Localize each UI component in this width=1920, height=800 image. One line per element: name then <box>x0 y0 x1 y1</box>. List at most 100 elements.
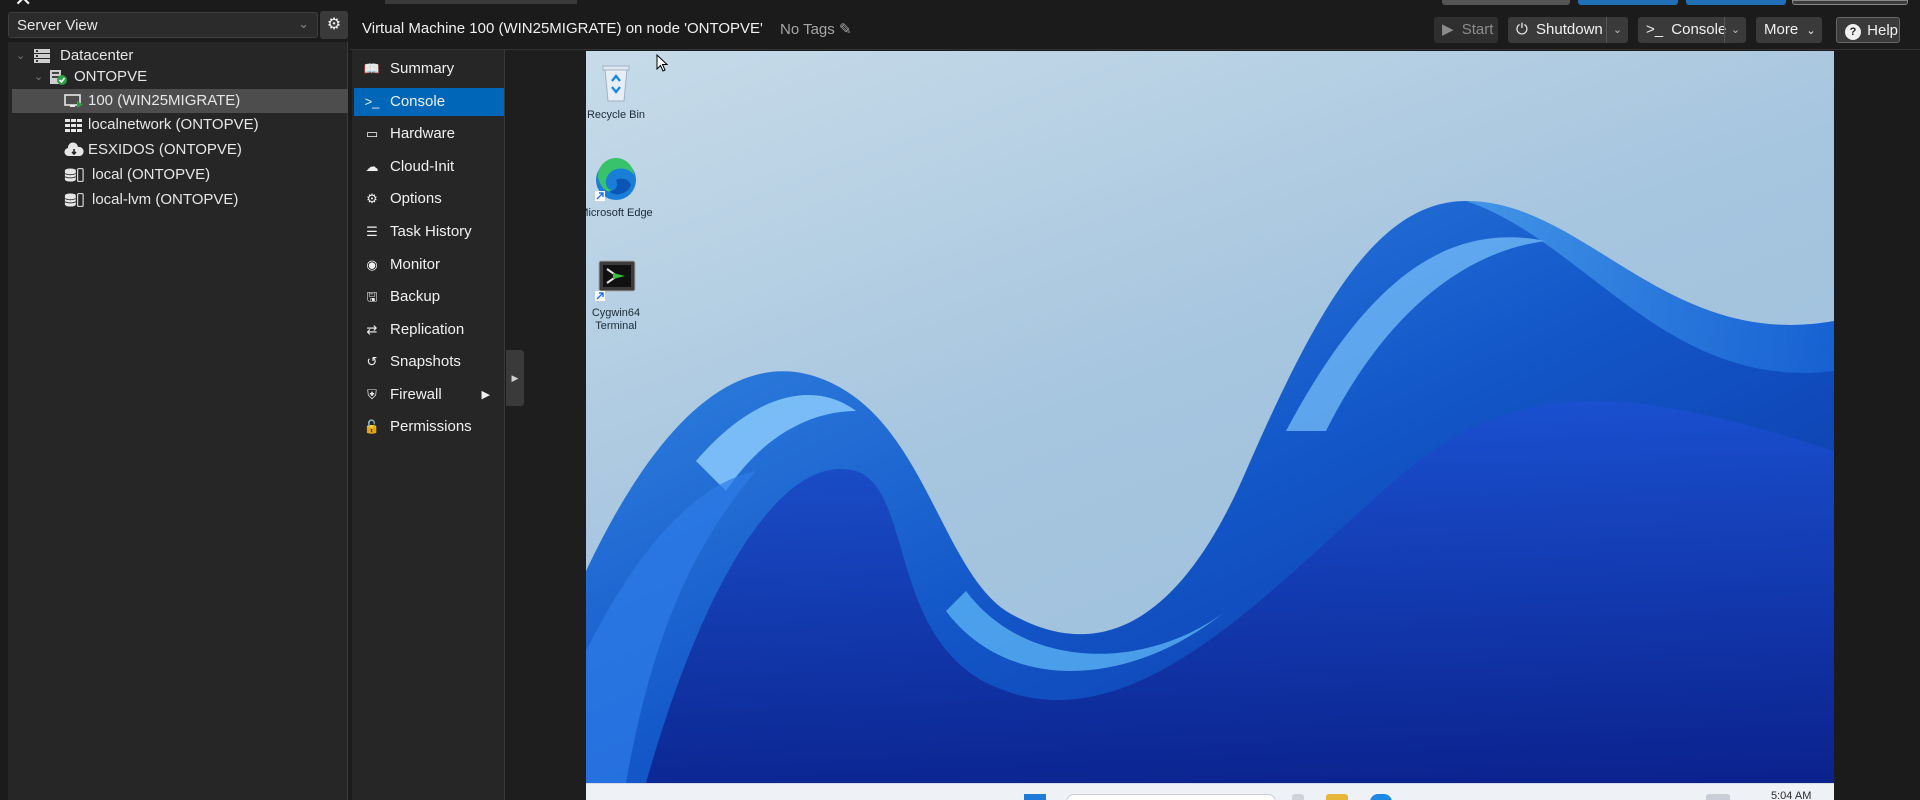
vm-tags[interactable]: No Tags ✎ <box>780 20 852 38</box>
tree-header: Server View ⌄ ⚙ <box>8 10 348 42</box>
tree-item-local-lvm-storage[interactable]: local-lvm (ONTOPVE) <box>12 188 348 212</box>
nav-item-label: Permissions <box>390 418 472 435</box>
terminal-icon: >_ <box>1646 21 1664 38</box>
gear-icon: ⚙ <box>366 191 378 206</box>
desktop-icon-label: Cygwin64 Terminal <box>591 307 641 332</box>
monitor-icon: ▭ <box>365 126 379 141</box>
windows-start-icon[interactable] <box>1024 794 1046 800</box>
nav-item-monitor[interactable]: ◉ Monitor <box>354 251 504 279</box>
server-view-select-label: Server View <box>17 17 98 34</box>
tree-item-label: ONTOPVE <box>74 68 148 85</box>
nav-item-backup[interactable]: 🖫 Backup <box>354 283 504 311</box>
floppy-icon: 🖫 <box>366 289 378 304</box>
nav-item-label: Firewall <box>390 386 442 403</box>
top-create-button-partial[interactable] <box>1442 0 1570 5</box>
tree-item-node-ontopve[interactable]: ⌄ ONTOPVE <box>12 65 348 89</box>
mouse-cursor-icon <box>656 54 668 72</box>
nav-item-options[interactable]: ⚙ Options <box>354 185 504 213</box>
tray-icons[interactable] <box>1706 794 1730 800</box>
tree-item-local-storage[interactable]: local (ONTOPVE) <box>12 163 348 187</box>
nav-item-firewall[interactable]: ⛨ Firewall ▶ <box>354 381 504 409</box>
tree-item-label: local-lvm (ONTOPVE) <box>92 191 239 208</box>
nav-item-label: Snapshots <box>390 353 461 370</box>
chevron-right-icon: ▶ <box>481 389 490 401</box>
tree-settings-gear-icon[interactable]: ⚙ <box>320 11 348 39</box>
nav-item-replication[interactable]: ⇄ Replication <box>354 316 504 344</box>
retweet-icon: ⇄ <box>366 322 378 337</box>
desktop-icon-recycle-bin[interactable]: Recycle Bin <box>586 59 654 122</box>
chevron-down-icon: ⌄ <box>1806 25 1816 37</box>
nav-item-permissions[interactable]: 🔓 Permissions <box>354 413 504 441</box>
desktop-icon-label: Microsoft Edge <box>586 207 653 219</box>
taskbar-search-box[interactable] <box>1066 794 1276 800</box>
tree-item-vm-100[interactable]: 100 (WIN25MIGRATE) <box>12 89 348 113</box>
desktop-icon-label: Recycle Bin <box>586 109 646 121</box>
storage-icon <box>64 168 84 182</box>
file-explorer-icon[interactable] <box>1326 794 1348 800</box>
history-icon: ↺ <box>366 354 378 369</box>
edge-icon <box>595 157 636 201</box>
more-button[interactable]: More ⌄ <box>1756 17 1822 43</box>
nav-item-hardware[interactable]: ▭ Hardware <box>354 120 504 148</box>
network-grid-icon <box>65 119 82 132</box>
shutdown-button[interactable]: ⏻ Shutdown ⌄ <box>1508 17 1628 43</box>
more-button-label: More <box>1764 21 1799 38</box>
nav-item-snapshots[interactable]: ↺ Snapshots <box>354 348 504 376</box>
tags-label: No Tags <box>780 21 835 38</box>
top-create-vm-button-partial[interactable] <box>1578 0 1678 5</box>
tree-item-esxidos[interactable]: ESXIDOS (ONTOPVE) <box>12 138 348 162</box>
console-button[interactable]: >_ Console ⌄ <box>1638 17 1746 43</box>
top-create-ct-button-partial[interactable] <box>1686 0 1786 5</box>
top-tab-strip[interactable] <box>385 0 577 4</box>
vm-console-screen[interactable]: Recycle Bin Microsoft Edge Cygwin64 Term… <box>586 51 1834 783</box>
nav-item-task-history[interactable]: ☰ Task History <box>354 218 504 246</box>
top-toolbar: ✕ <box>0 0 1920 10</box>
help-button[interactable]: ? Help <box>1836 17 1900 43</box>
shutdown-button-label: Shutdown <box>1536 21 1603 38</box>
nav-item-label: Replication <box>390 321 465 338</box>
chevron-down-icon[interactable]: ⌄ <box>1724 17 1746 43</box>
terminal-icon: >_ <box>364 94 380 109</box>
top-user-button-partial[interactable] <box>1792 0 1908 5</box>
console-left-margin <box>506 50 586 800</box>
windows-taskbar: 5:04 AM <box>586 783 1834 800</box>
proxmox-logo-icon: ✕ <box>14 0 42 10</box>
chevron-down-icon[interactable]: ⌄ <box>34 65 43 89</box>
tree-item-localnetwork[interactable]: localnetwork (ONTOPVE) <box>12 113 348 137</box>
nav-item-label: Summary <box>390 60 455 77</box>
shield-icon: ⛨ <box>367 387 377 402</box>
list-icon: ☰ <box>366 224 378 239</box>
eye-icon: ◉ <box>366 257 378 272</box>
nav-item-label: Hardware <box>390 125 456 142</box>
storage-icon <box>64 193 84 207</box>
start-button[interactable]: ▶ Start <box>1434 17 1498 43</box>
nav-item-label: Cloud-Init <box>390 158 455 175</box>
nav-item-label: Task History <box>390 223 472 240</box>
nav-item-label: Options <box>390 190 442 207</box>
cloud-icon: ☁ <box>365 159 379 174</box>
task-view-icon[interactable] <box>1292 794 1304 800</box>
console-right-margin <box>1834 51 1920 800</box>
windows-wallpaper <box>586 201 1834 783</box>
edge-taskbar-icon[interactable] <box>1370 794 1392 800</box>
tree-item-label: ESXIDOS (ONTOPVE) <box>88 141 242 158</box>
chevron-down-icon[interactable]: ⌄ <box>1606 17 1628 43</box>
vm-nav-menu: 📖 Summary >_ Console ▭ Hardware ☁ Cloud-… <box>352 50 505 800</box>
chevron-down-icon: ⌄ <box>298 16 309 31</box>
node-online-icon <box>50 70 67 85</box>
desktop-icon-microsoft-edge[interactable]: Microsoft Edge <box>586 157 654 220</box>
book-icon: 📖 <box>363 61 381 76</box>
collapse-nav-handle[interactable]: ▶ <box>506 350 524 406</box>
nav-item-summary[interactable]: 📖 Summary <box>354 55 504 83</box>
nav-item-cloud-init[interactable]: ☁ Cloud-Init <box>354 153 504 181</box>
desktop-icon-cygwin-terminal[interactable]: Cygwin64 Terminal <box>586 257 654 333</box>
power-icon: ⏻ <box>1516 21 1528 38</box>
nav-item-label: Backup <box>390 288 441 305</box>
vm-header-bar: Virtual Machine 100 (WIN25MIGRATE) on no… <box>350 10 1920 50</box>
console-button-label: Console <box>1671 21 1727 38</box>
resource-tree-panel: Server View ⌄ ⚙ ⌄ Datacenter ⌄ ONTOPVE 1… <box>8 10 348 800</box>
nav-item-console[interactable]: >_ Console <box>354 88 504 116</box>
nav-item-label: Monitor <box>390 256 441 273</box>
server-view-select[interactable]: Server View ⌄ <box>8 12 318 38</box>
pencil-icon[interactable]: ✎ <box>839 21 852 38</box>
